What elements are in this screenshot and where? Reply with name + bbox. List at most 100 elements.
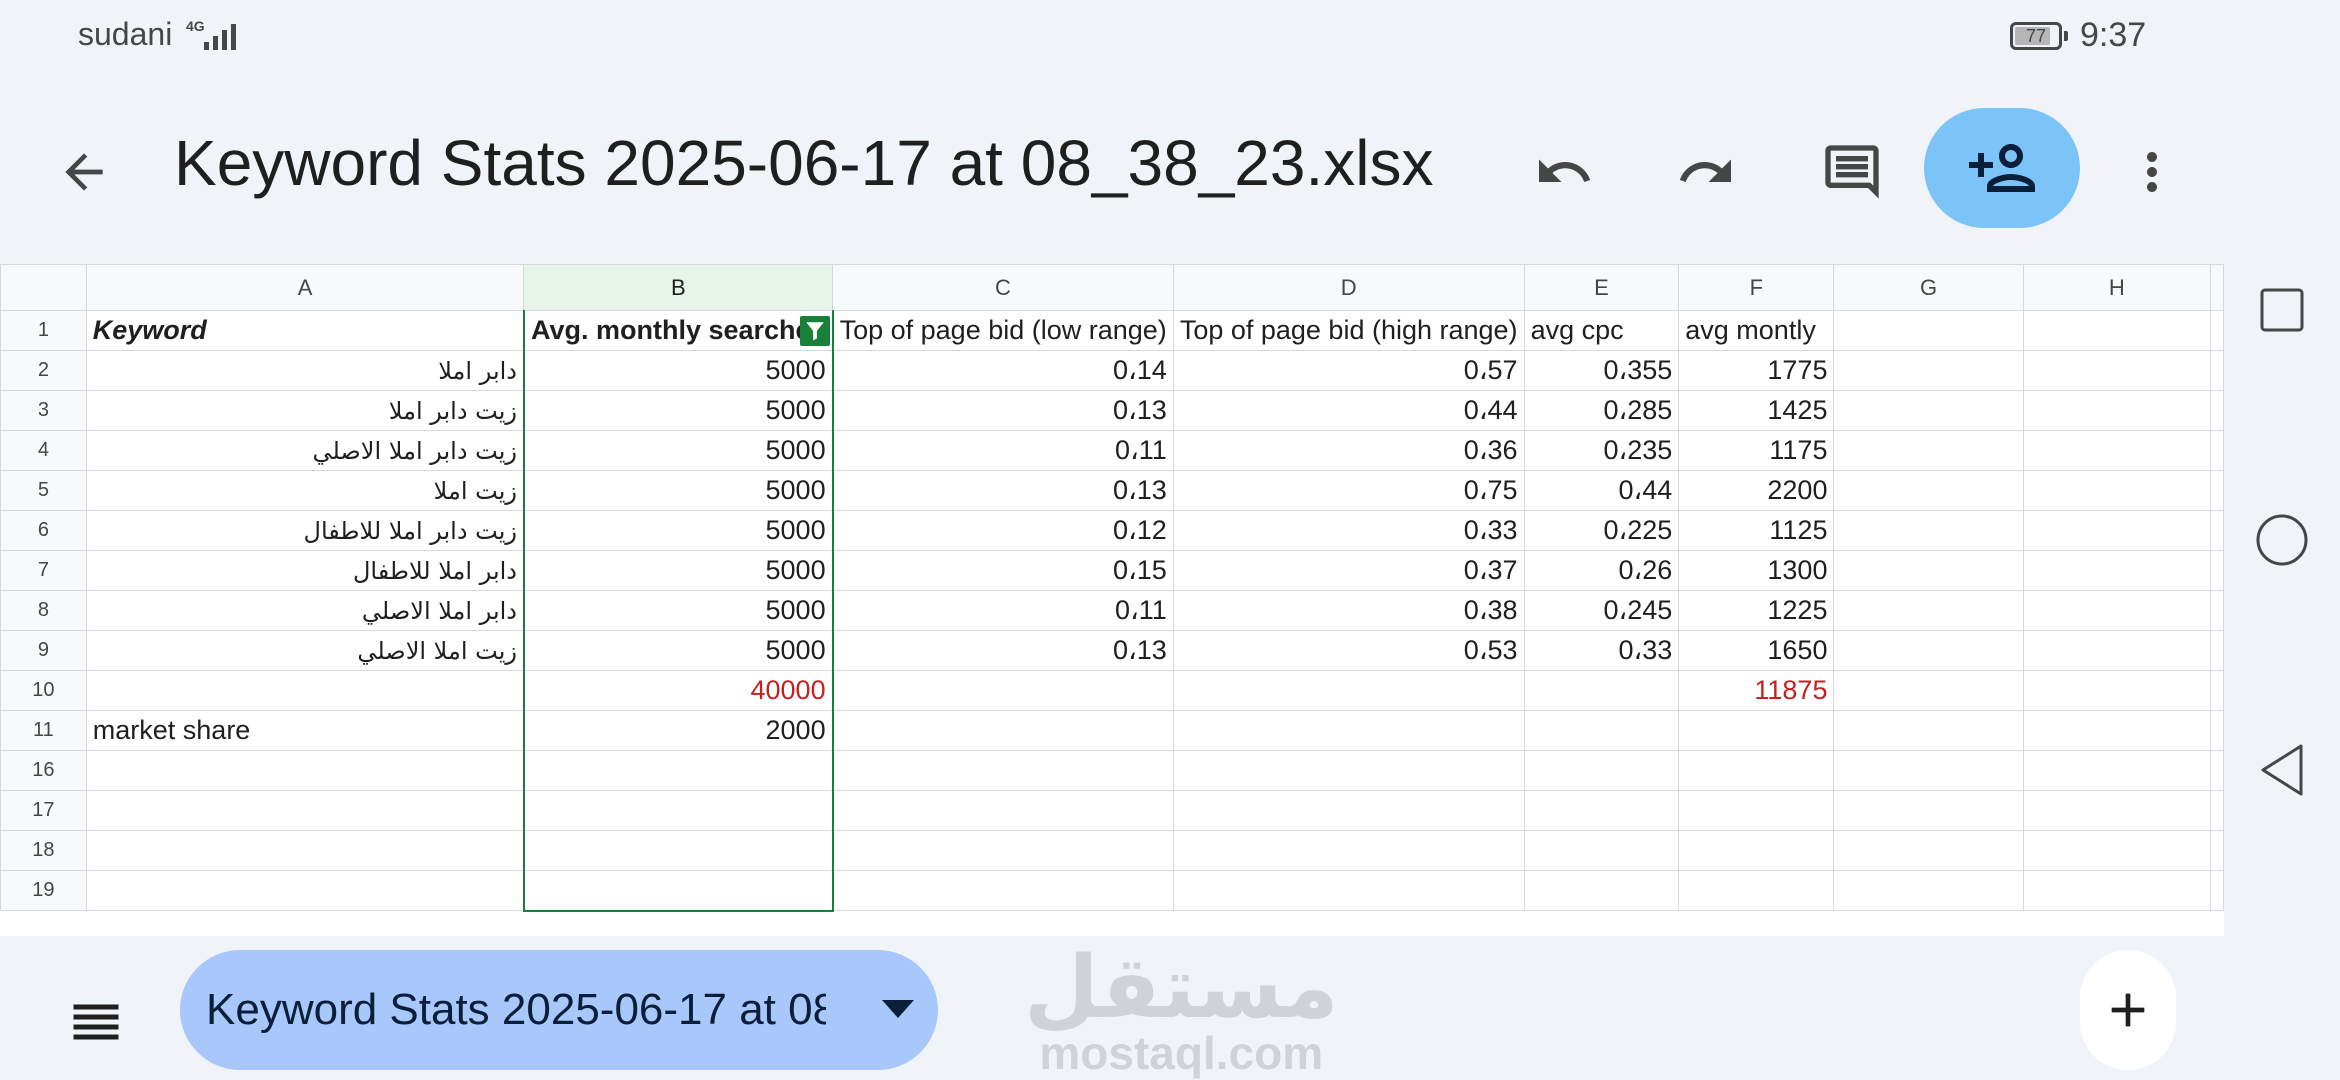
cell-a5[interactable]: زيت املا bbox=[85, 470, 525, 511]
cell-h11[interactable] bbox=[2022, 710, 2212, 751]
cell-d17[interactable] bbox=[1172, 790, 1525, 831]
cell-e4[interactable]: 0،235 bbox=[1523, 430, 1680, 471]
cell-h17[interactable] bbox=[2022, 790, 2212, 831]
cell-c7[interactable]: 0،15 bbox=[832, 550, 1174, 591]
cell-d9[interactable]: 0،53 bbox=[1172, 630, 1525, 671]
cell-e7[interactable]: 0،26 bbox=[1523, 550, 1680, 591]
row-header[interactable]: 19 bbox=[0, 870, 87, 911]
sheet-list-button[interactable] bbox=[54, 980, 138, 1064]
cell-e16[interactable] bbox=[1523, 750, 1680, 791]
cell-b18[interactable] bbox=[522, 830, 834, 871]
row-header[interactable]: 8 bbox=[0, 590, 87, 631]
cell-h18[interactable] bbox=[2022, 830, 2212, 871]
cell-g2[interactable] bbox=[1833, 350, 2024, 391]
cell-g9[interactable] bbox=[1833, 630, 2024, 671]
cell-e17[interactable] bbox=[1523, 790, 1680, 831]
cell-h7[interactable] bbox=[2022, 550, 2212, 591]
cell-f19[interactable] bbox=[1678, 870, 1835, 911]
cell-a3[interactable]: زيت دابر املا bbox=[85, 390, 525, 431]
column-header-h[interactable]: H bbox=[2022, 264, 2212, 311]
more-options-button[interactable] bbox=[2110, 130, 2194, 214]
share-button[interactable] bbox=[1924, 108, 2080, 228]
cell-d7[interactable]: 0،37 bbox=[1172, 550, 1525, 591]
cell-b10[interactable]: 40000 bbox=[522, 670, 834, 711]
cell-a1[interactable]: Keyword bbox=[85, 310, 525, 351]
column-header-e[interactable]: E bbox=[1523, 264, 1680, 311]
cell-a4[interactable]: زيت دابر املا الاصلي bbox=[85, 430, 525, 471]
filter-icon[interactable] bbox=[799, 316, 830, 346]
cell-h8[interactable] bbox=[2022, 590, 2212, 631]
cell-a2[interactable]: دابر املا bbox=[85, 350, 525, 391]
row-header[interactable]: 11 bbox=[0, 710, 87, 751]
cell-d8[interactable]: 0،38 bbox=[1172, 590, 1525, 631]
cell-g17[interactable] bbox=[1833, 790, 2024, 831]
cell-g6[interactable] bbox=[1833, 510, 2024, 551]
column-header-a[interactable]: A bbox=[85, 264, 525, 311]
cell-c16[interactable] bbox=[832, 750, 1174, 791]
row-header[interactable]: 7 bbox=[0, 550, 87, 591]
cell-c10[interactable] bbox=[832, 670, 1174, 711]
cell-d19[interactable] bbox=[1172, 870, 1525, 911]
row-header[interactable]: 3 bbox=[0, 390, 87, 431]
cell-b17[interactable] bbox=[522, 790, 834, 831]
cell-f4[interactable]: 1175 bbox=[1678, 430, 1835, 471]
cell-f1[interactable]: avg montly bbox=[1678, 310, 1835, 351]
cell-a19[interactable] bbox=[85, 870, 525, 911]
cell-b1[interactable]: Avg. monthly searches bbox=[522, 310, 834, 351]
redo-button[interactable] bbox=[1664, 130, 1748, 214]
cell-f10[interactable]: 11875 bbox=[1678, 670, 1835, 711]
cell-e6[interactable]: 0،225 bbox=[1523, 510, 1680, 551]
cell-f17[interactable] bbox=[1678, 790, 1835, 831]
row-header[interactable]: 2 bbox=[0, 350, 87, 391]
cell-d5[interactable]: 0،75 bbox=[1172, 470, 1525, 511]
cell-b5[interactable]: 5000 bbox=[522, 470, 834, 511]
cell-d10[interactable] bbox=[1172, 670, 1525, 711]
cell-b9[interactable]: 5000 bbox=[522, 630, 834, 671]
nav-back-button[interactable] bbox=[2254, 742, 2310, 798]
sheet-tab[interactable]: Keyword Stats 2025-06-17 at 08_ bbox=[180, 950, 938, 1070]
cell-h6[interactable] bbox=[2022, 510, 2212, 551]
cell-g8[interactable] bbox=[1833, 590, 2024, 631]
cell-b4[interactable]: 5000 bbox=[522, 430, 834, 471]
cell-e11[interactable] bbox=[1523, 710, 1680, 751]
row-header[interactable]: 9 bbox=[0, 630, 87, 671]
cell-e18[interactable] bbox=[1523, 830, 1680, 871]
cell-c17[interactable] bbox=[832, 790, 1174, 831]
cell-h5[interactable] bbox=[2022, 470, 2212, 511]
cell-e8[interactable]: 0،245 bbox=[1523, 590, 1680, 631]
cell-d4[interactable]: 0،36 bbox=[1172, 430, 1525, 471]
cell-g5[interactable] bbox=[1833, 470, 2024, 511]
cell-f2[interactable]: 1775 bbox=[1678, 350, 1835, 391]
cell-c19[interactable] bbox=[832, 870, 1174, 911]
column-header-g[interactable]: G bbox=[1833, 264, 2024, 311]
cell-d2[interactable]: 0،57 bbox=[1172, 350, 1525, 391]
row-header[interactable]: 5 bbox=[0, 470, 87, 511]
row-header[interactable]: 4 bbox=[0, 430, 87, 471]
cell-g18[interactable] bbox=[1833, 830, 2024, 871]
cell-f16[interactable] bbox=[1678, 750, 1835, 791]
cell-a7[interactable]: دابر املا للاطفال bbox=[85, 550, 525, 591]
cell-c9[interactable]: 0،13 bbox=[832, 630, 1174, 671]
cell-b3[interactable]: 5000 bbox=[522, 390, 834, 431]
cell-d11[interactable] bbox=[1172, 710, 1525, 751]
cell-b16[interactable] bbox=[522, 750, 834, 791]
cell-a16[interactable] bbox=[85, 750, 525, 791]
cell-b19[interactable] bbox=[522, 870, 834, 912]
cell-g7[interactable] bbox=[1833, 550, 2024, 591]
cell-c18[interactable] bbox=[832, 830, 1174, 871]
cell-f8[interactable]: 1225 bbox=[1678, 590, 1835, 631]
cell-b8[interactable]: 5000 bbox=[522, 590, 834, 631]
home-button[interactable] bbox=[2254, 512, 2310, 568]
cell-d1[interactable]: Top of page bid (high range) bbox=[1172, 310, 1525, 351]
cell-g19[interactable] bbox=[1833, 870, 2024, 911]
row-header[interactable]: 6 bbox=[0, 510, 87, 551]
cell-g3[interactable] bbox=[1833, 390, 2024, 431]
cell-a17[interactable] bbox=[85, 790, 525, 831]
cell-b2[interactable]: 5000 bbox=[522, 350, 834, 391]
row-header[interactable]: 16 bbox=[0, 750, 87, 791]
cell-h10[interactable] bbox=[2022, 670, 2212, 711]
cell-b11[interactable]: 2000 bbox=[522, 710, 834, 751]
add-sheet-button[interactable] bbox=[2080, 950, 2176, 1070]
cell-b6[interactable]: 5000 bbox=[522, 510, 834, 551]
cell-f6[interactable]: 1125 bbox=[1678, 510, 1835, 551]
